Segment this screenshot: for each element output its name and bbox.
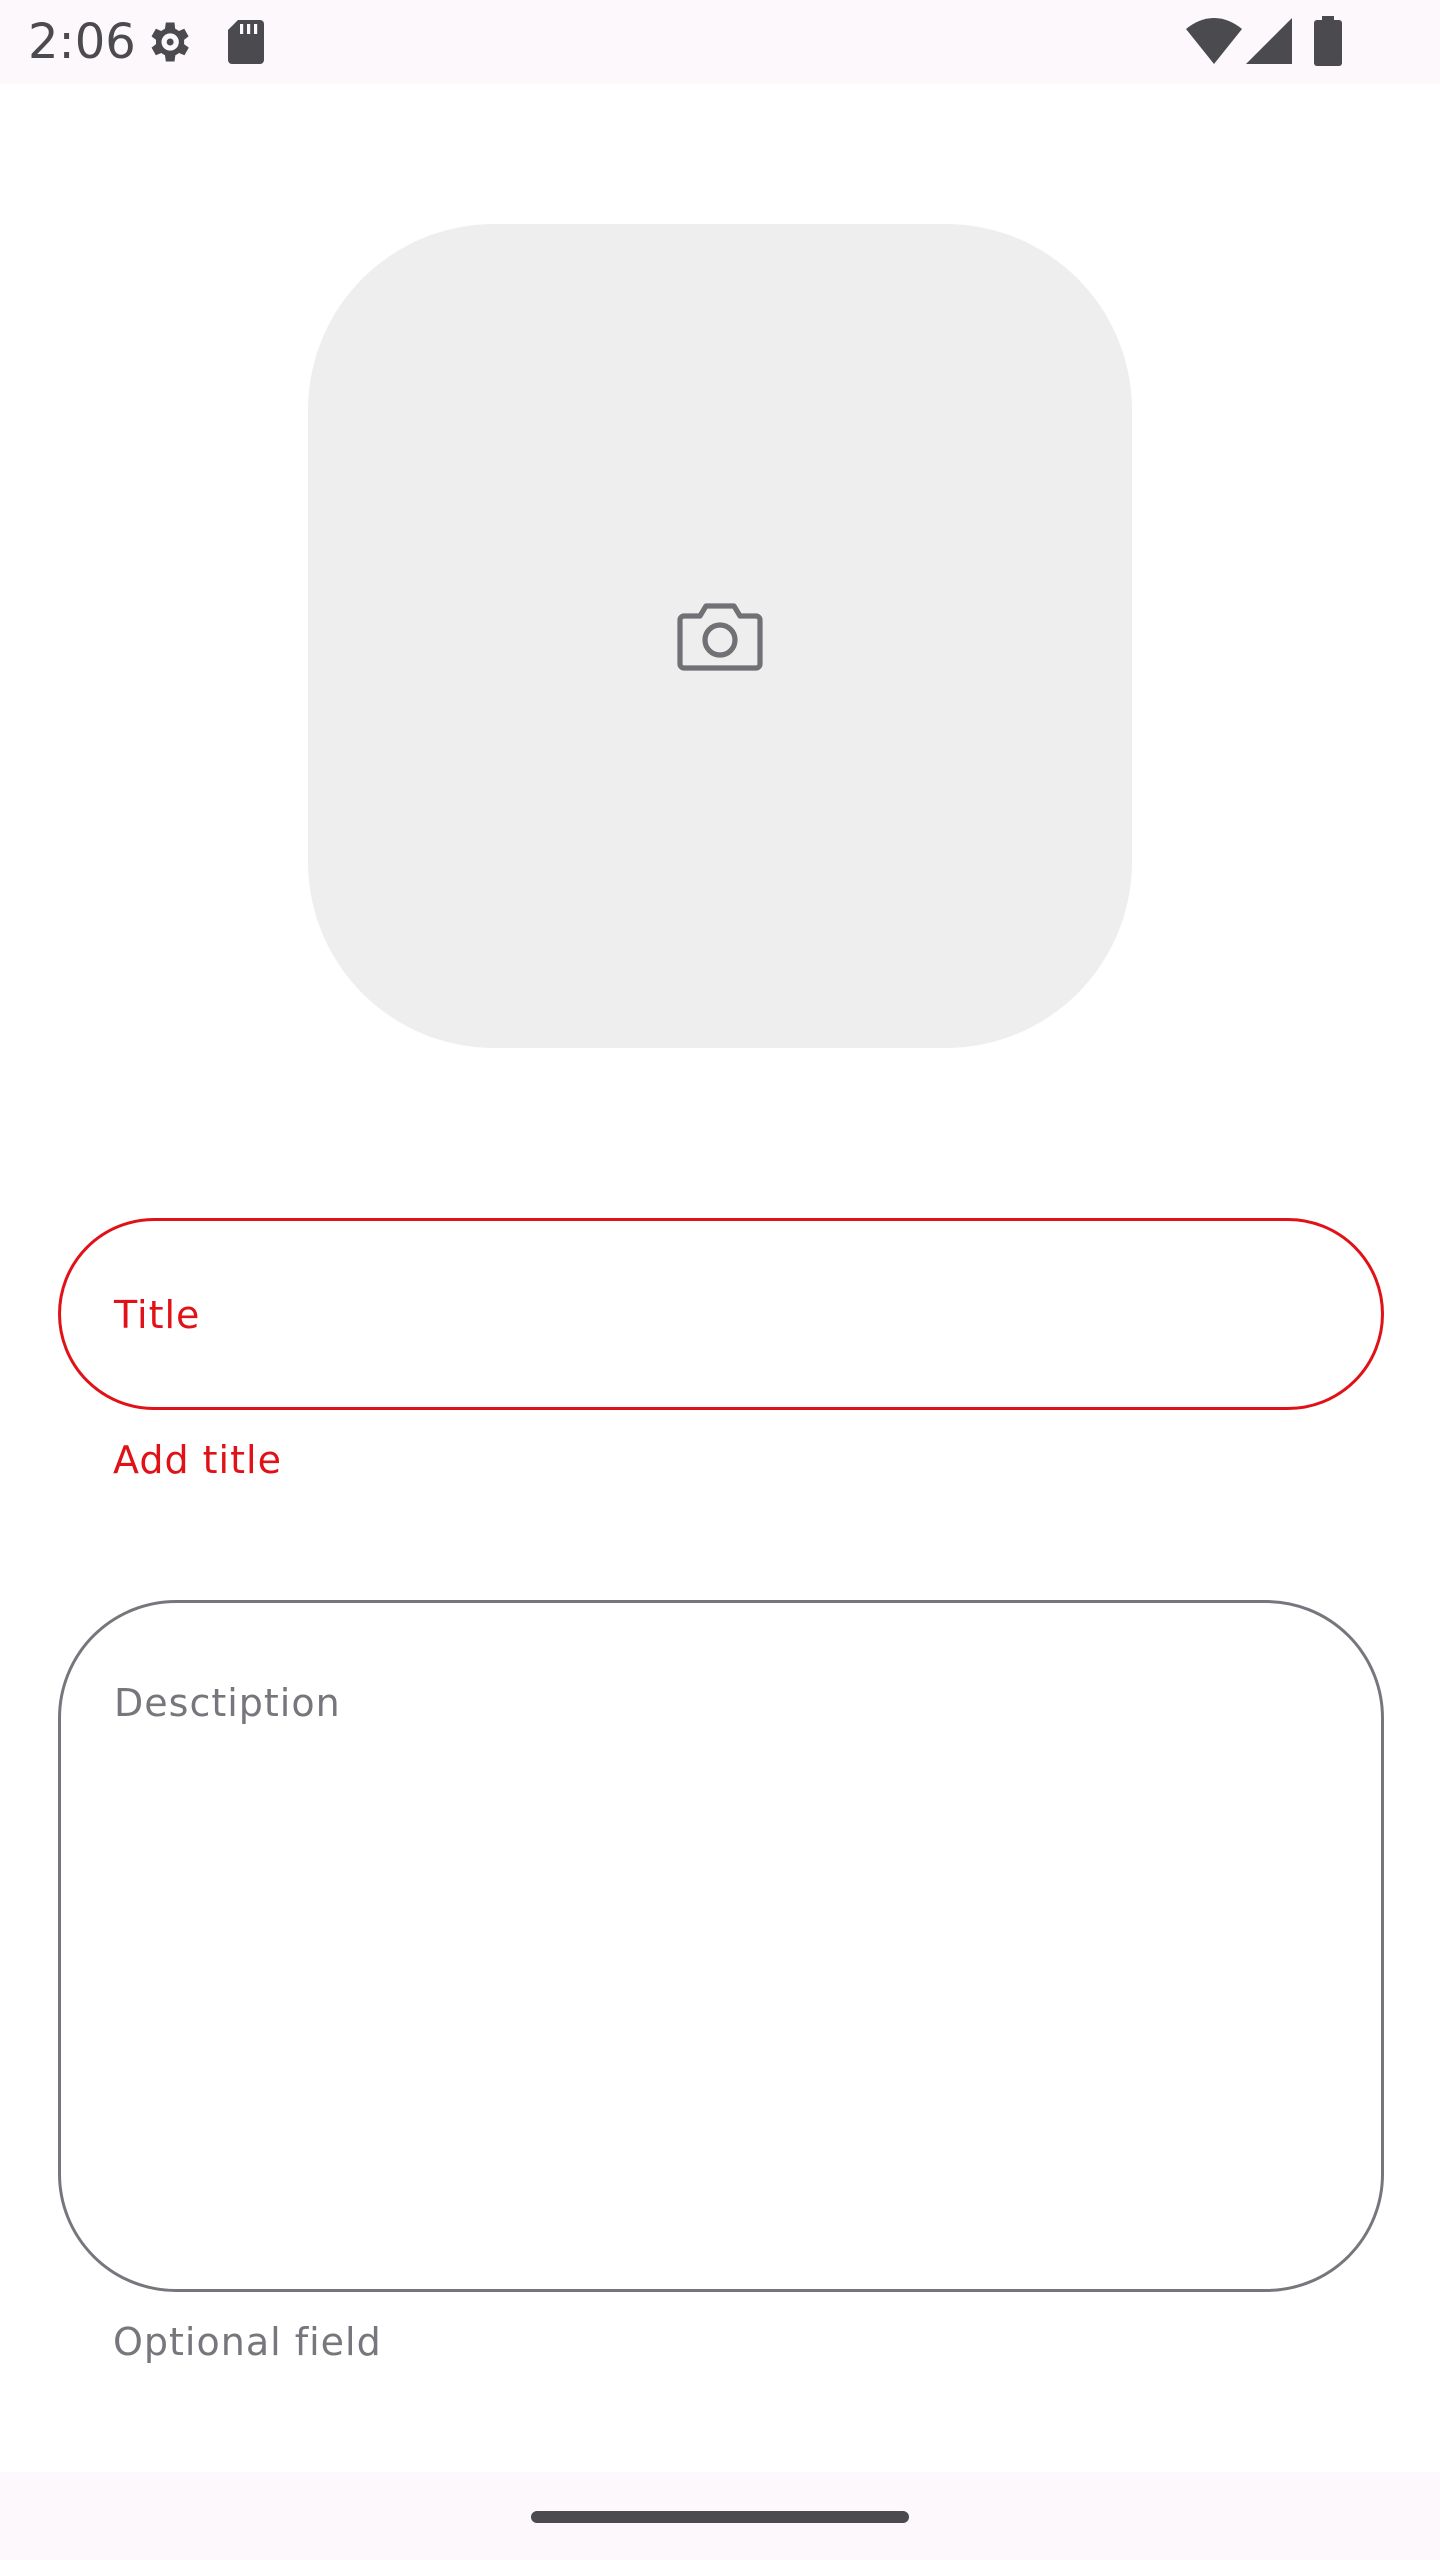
home-indicator[interactable] [531,2511,909,2523]
camera-icon [677,603,763,671]
status-time: 2:06 [28,14,136,70]
battery-icon [1314,16,1342,66]
title-field[interactable]: Title [58,1218,1384,1410]
description-field-label: Desctiption [114,1681,341,1725]
cell-signal-icon [1246,18,1292,64]
description-helper-text: Optional field [113,2320,382,2364]
settings-gear-icon [151,22,189,62]
description-field[interactable]: Desctiption [58,1600,1384,2292]
sd-card-icon [228,20,264,64]
status-bar: 2:06 [0,0,1440,84]
wifi-icon [1186,18,1242,64]
title-error-text: Add title [113,1438,282,1482]
title-field-label: Title [114,1293,201,1337]
